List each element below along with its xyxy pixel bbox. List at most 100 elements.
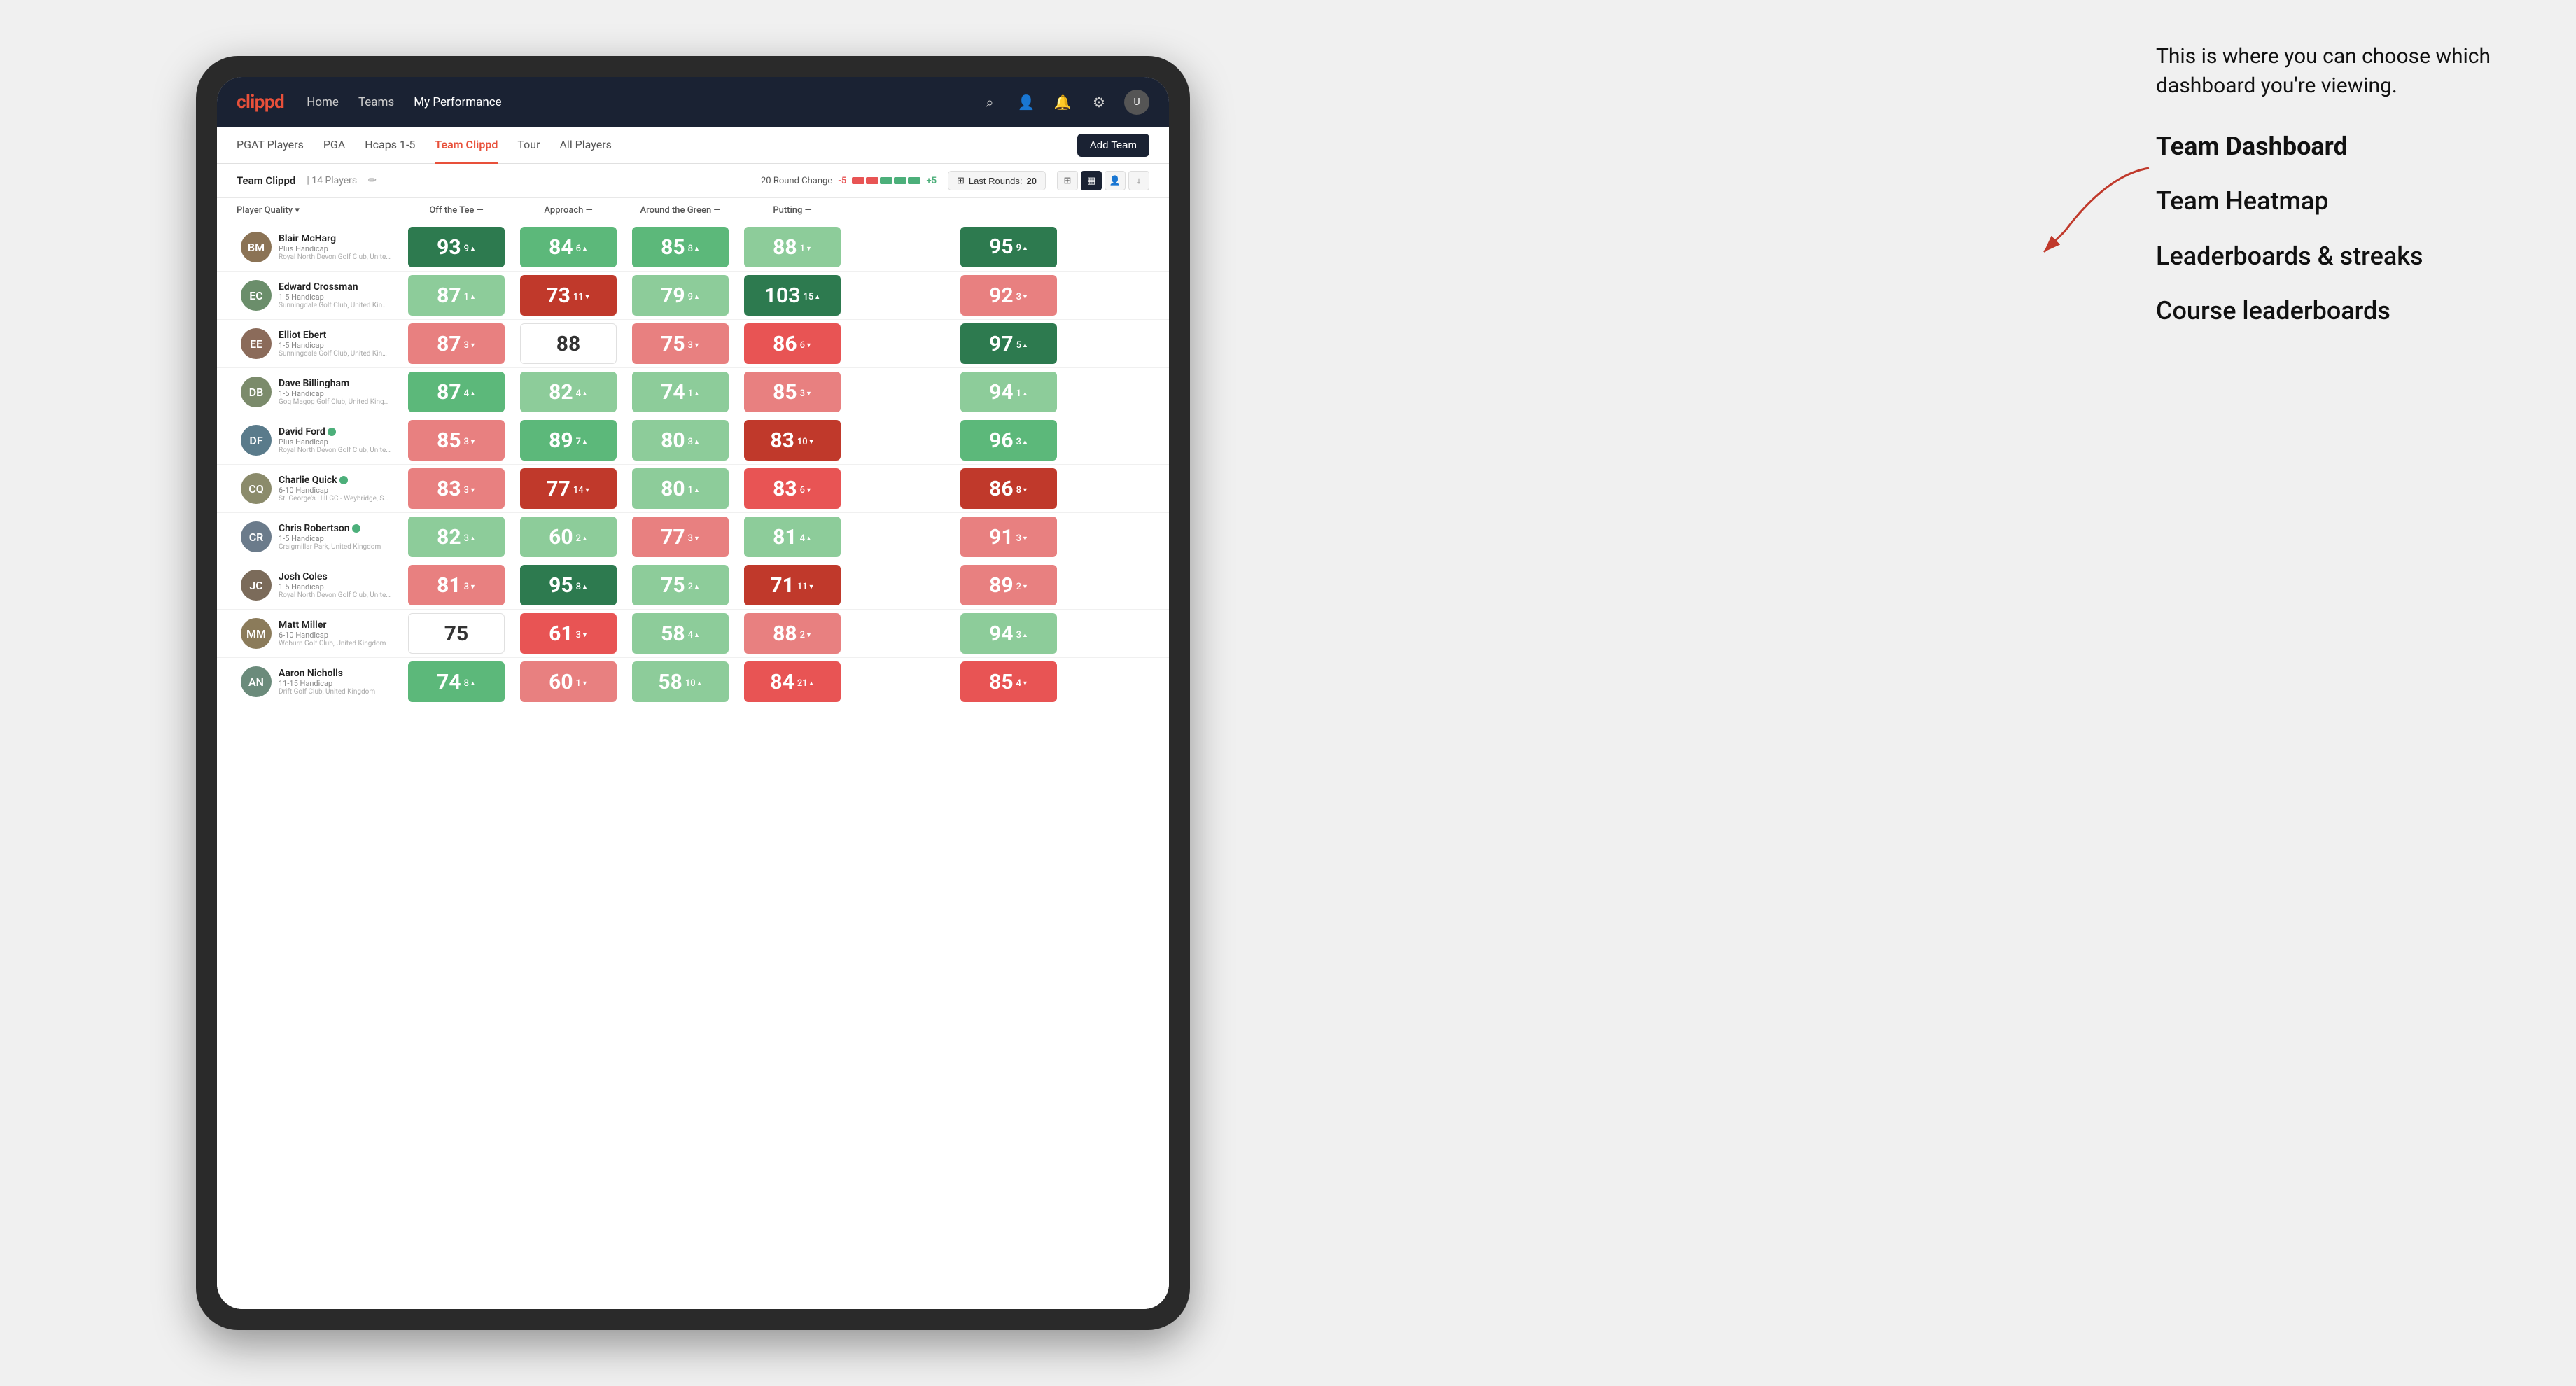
score-box-player_quality: 823 (408, 517, 505, 557)
score-box-off_tee: 846 (520, 227, 617, 267)
score-box-around_green: 814 (744, 517, 841, 557)
tab-tour[interactable]: Tour (517, 127, 540, 164)
person-view-button[interactable]: 👤 (1105, 171, 1126, 190)
score-value: 81 (437, 573, 461, 598)
score-cell-off_tee: 897 (512, 416, 624, 465)
score-delta: 2 (576, 533, 588, 544)
score-cell-player_quality: 873 (400, 320, 512, 368)
grid-view-button[interactable]: ⊞ (1057, 171, 1078, 190)
player-name: David Ford (279, 426, 391, 438)
player-cell[interactable]: DFDavid FordPlus HandicapRoyal North Dev… (221, 419, 396, 461)
score-cell-player_quality: 833 (400, 465, 512, 513)
player-name: Josh Coles (279, 571, 391, 582)
player-cell[interactable]: JCJosh Coles1-5 HandicapRoyal North Devo… (221, 564, 396, 606)
score-box-off_tee: 958 (520, 565, 617, 606)
score-cell-approach: 584 (624, 610, 736, 658)
logo: clippd (237, 92, 284, 113)
view-icons: ⊞ ▦ 👤 ↓ (1057, 171, 1149, 190)
score-cell-around_green: 10315 (736, 272, 848, 320)
score-box-player_quality: 871 (408, 275, 505, 316)
score-cell-putting: 959 (848, 223, 1169, 272)
player-cell[interactable]: CQCharlie Quick6-10 HandicapSt. George's… (221, 468, 396, 510)
score-cell-putting: 975 (848, 320, 1169, 368)
table-container: Player Quality ▾ Off the Tee — Approach … (217, 198, 1169, 1309)
sub-nav: PGAT Players PGA Hcaps 1-5 Team Clippd T… (217, 127, 1169, 164)
player-cell[interactable]: ECEdward Crossman1-5 HandicapSunningdale… (221, 274, 396, 316)
person-icon[interactable]: 👤 (1015, 91, 1037, 113)
score-value: 84 (549, 235, 573, 260)
score-box-putting: 923 (960, 275, 1057, 316)
nav-my-performance[interactable]: My Performance (414, 92, 501, 112)
score-value: 86 (773, 332, 797, 356)
score-delta: 2 (1016, 582, 1028, 592)
player-handicap: 1-5 Handicap (279, 341, 391, 350)
player-cell[interactable]: MMMatt Miller6-10 HandicapWoburn Golf Cl… (221, 612, 396, 654)
score-box-player_quality: 873 (408, 323, 505, 364)
score-delta: 3 (576, 630, 588, 640)
score-cell-off_tee: 824 (512, 368, 624, 416)
score-box-around_green: 866 (744, 323, 841, 364)
annotation-menu: Team Dashboard Team Heatmap Leaderboards… (2156, 129, 2520, 329)
score-value: 89 (549, 428, 573, 453)
score-cell-player_quality: 823 (400, 513, 512, 561)
score-box-approach: 5810 (632, 662, 729, 702)
tab-pga[interactable]: PGA (323, 127, 345, 164)
score-box-around_green: 882 (744, 613, 841, 654)
player-cell[interactable]: DBDave Billingham1-5 HandicapGog Magog G… (221, 371, 396, 413)
add-team-button[interactable]: Add Team (1077, 134, 1149, 157)
last-rounds-button[interactable]: ⊞ Last Rounds: 20 (948, 171, 1046, 190)
annotation-team-heatmap: Team Heatmap (2156, 183, 2520, 218)
player-name: Edward Crossman (279, 281, 391, 293)
score-cell-off_tee: 602 (512, 513, 624, 561)
sub-nav-tabs: PGAT Players PGA Hcaps 1-5 Team Clippd T… (237, 127, 1077, 164)
edit-icon[interactable]: ✏ (368, 175, 377, 186)
settings-icon[interactable]: ⚙ (1088, 91, 1110, 113)
player-handicap: 1-5 Handicap (279, 293, 391, 302)
score-box-approach: 753 (632, 323, 729, 364)
score-delta: 9 (688, 292, 700, 302)
score-cell-off_tee: 846 (512, 223, 624, 272)
tab-hcaps[interactable]: Hcaps 1-5 (365, 127, 415, 164)
player-cell[interactable]: BMBlair McHargPlus HandicapRoyal North D… (221, 226, 396, 268)
player-cell[interactable]: CRChris Robertson1-5 HandicapCraigmillar… (221, 516, 396, 558)
annotation-leaderboards: Leaderboards & streaks (2156, 239, 2520, 274)
score-delta: 1 (800, 244, 812, 254)
table-row: ECEdward Crossman1-5 HandicapSunningdale… (217, 272, 1169, 320)
score-value: 85 (661, 235, 685, 260)
player-avatar: EC (241, 280, 272, 311)
player-handicap: 1-5 Handicap (279, 534, 381, 543)
score-delta: 15 (803, 292, 820, 302)
tab-pgat-players[interactable]: PGAT Players (237, 127, 304, 164)
player-club: Craigmillar Park, United Kingdom (279, 543, 381, 551)
table-row: JCJosh Coles1-5 HandicapRoyal North Devo… (217, 561, 1169, 610)
score-value: 80 (661, 477, 685, 501)
annotation-area: This is where you can choose which dashb… (2156, 42, 2520, 349)
player-cell[interactable]: ANAaron Nicholls11-15 HandicapDrift Golf… (221, 661, 396, 703)
download-button[interactable]: ↓ (1128, 171, 1149, 190)
player-cell[interactable]: EEElliot Ebert1-5 HandicapSunningdale Go… (221, 323, 396, 365)
score-value: 74 (437, 670, 461, 694)
player-name: Charlie Quick (279, 475, 391, 486)
heatmap-view-button[interactable]: ▦ (1081, 171, 1102, 190)
player-name: Matt Miller (279, 620, 386, 631)
score-delta: 1 (464, 292, 476, 302)
search-icon[interactable]: ⌕ (979, 91, 1001, 113)
tab-team-clippd[interactable]: Team Clippd (435, 127, 498, 164)
bell-icon[interactable]: 🔔 (1051, 91, 1074, 113)
score-value: 60 (549, 670, 573, 694)
score-cell-around_green: 814 (736, 513, 848, 561)
score-value: 83 (437, 477, 461, 501)
player-handicap: Plus Handicap (279, 244, 391, 253)
player-handicap: 6-10 Handicap (279, 631, 386, 640)
tab-all-players[interactable]: All Players (559, 127, 611, 164)
player-name: Elliot Ebert (279, 330, 391, 341)
score-delta: 4 (688, 630, 700, 640)
score-box-putting: 892 (960, 565, 1057, 606)
nav-teams[interactable]: Teams (358, 92, 394, 112)
user-avatar[interactable]: U (1124, 90, 1149, 115)
score-cell-around_green: 836 (736, 465, 848, 513)
annotation-team-dashboard: Team Dashboard (2156, 129, 2520, 164)
player-handicap: 1-5 Handicap (279, 582, 391, 592)
score-cell-player_quality: 939 (400, 223, 512, 272)
nav-home[interactable]: Home (307, 92, 339, 112)
